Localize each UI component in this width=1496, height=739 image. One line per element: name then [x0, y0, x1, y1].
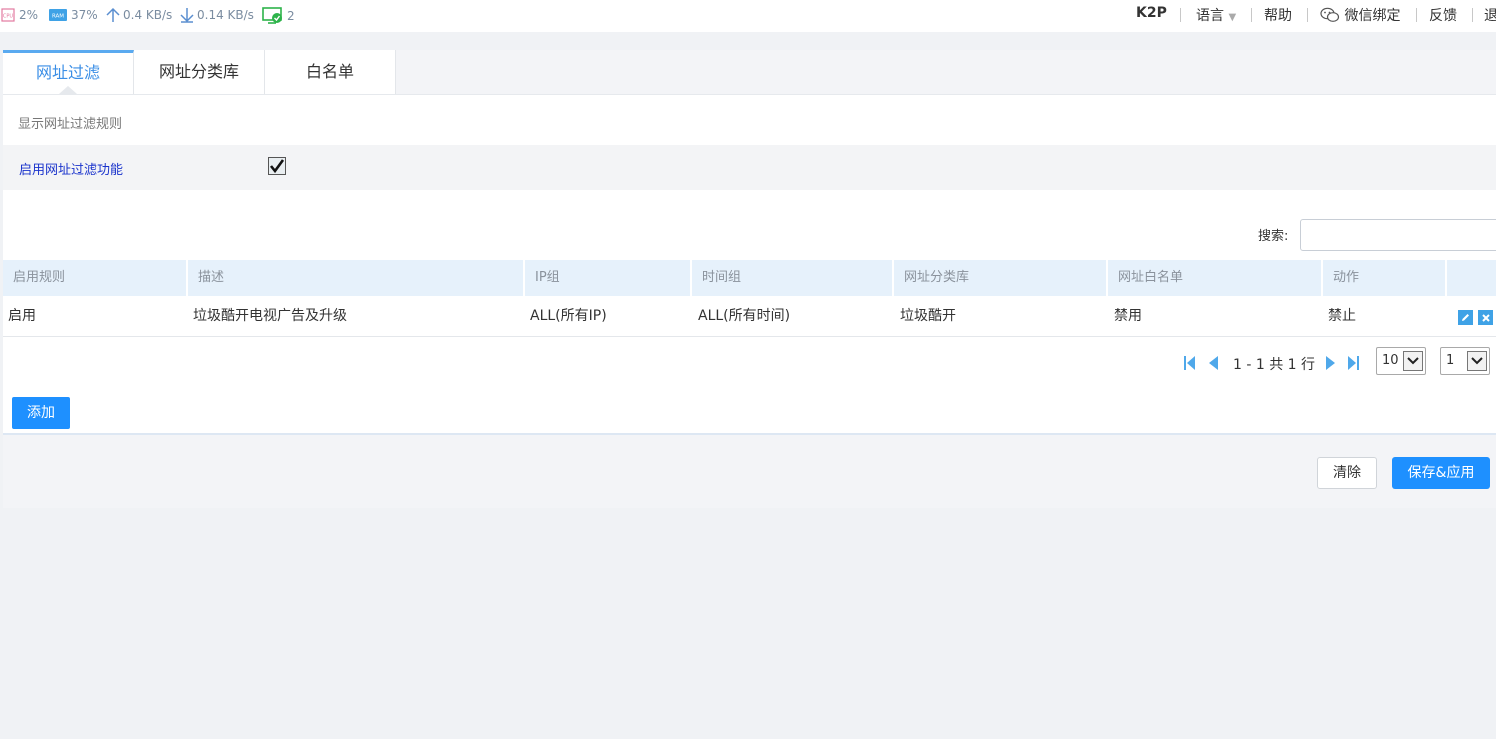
cell-action: 禁止: [1328, 308, 1356, 324]
cell-time-group: ALL(所有时间): [698, 308, 791, 324]
next-page-icon: [1326, 356, 1335, 370]
page-number-select[interactable]: 1: [1440, 347, 1490, 375]
top-bar: CPU 2% RAM 37% 0.4 KB/s 0.14 KB/s 2 K2P: [0, 0, 1496, 32]
prev-page-button[interactable]: [1206, 355, 1220, 375]
prev-page-icon: [1209, 356, 1218, 370]
divider: [1472, 8, 1473, 22]
column-header: 网址白名单: [1108, 260, 1323, 296]
divider: [1416, 8, 1417, 22]
download-status: 0.14 KB/s: [180, 7, 254, 23]
ram-status: RAM 37%: [48, 7, 98, 23]
clear-button[interactable]: 清除: [1317, 457, 1377, 489]
page-number-value: 1: [1446, 353, 1455, 368]
wechat-icon: [1320, 7, 1340, 22]
divider: [1307, 8, 1308, 22]
feedback-link[interactable]: 反馈: [1429, 5, 1457, 25]
upload-status: 0.4 KB/s: [106, 7, 172, 23]
divider: [1180, 8, 1181, 22]
upload-speed: 0.4 KB/s: [123, 8, 173, 22]
upload-arrow-icon: [106, 7, 120, 22]
download-arrow-icon: [180, 8, 194, 23]
cell-enabled: 启用: [8, 308, 36, 324]
tab-url-category[interactable]: 网址分类库: [134, 50, 265, 94]
divider: [1251, 8, 1252, 22]
language-label: 语言: [1196, 8, 1224, 24]
cpu-status: CPU 2%: [0, 7, 38, 23]
page-info: 1 - 1 共 1 行: [1233, 357, 1316, 373]
section-title: 显示网址过滤规则: [18, 117, 123, 132]
wechat-bind-link[interactable]: 微信绑定: [1320, 5, 1400, 25]
enable-filter-label: 启用网址过滤功能: [19, 163, 124, 178]
ram-value: 37%: [71, 8, 98, 22]
pencil-icon: [1462, 314, 1469, 321]
save-apply-button[interactable]: 保存&应用: [1392, 457, 1490, 489]
ram-icon: RAM: [49, 9, 67, 21]
clients-count: 2: [287, 9, 295, 23]
column-header: 动作: [1323, 260, 1447, 296]
cpu-icon: CPU: [1, 8, 15, 22]
page-size-select[interactable]: 10: [1376, 347, 1426, 375]
model-name: K2P: [1136, 5, 1167, 21]
cell-ip-group: ALL(所有IP): [530, 308, 607, 324]
column-header: 时间组: [692, 260, 894, 296]
checkmark-icon: [269, 159, 285, 174]
search-input[interactable]: [1300, 219, 1496, 251]
tab-whitelist[interactable]: 白名单: [265, 50, 396, 94]
column-header: IP组: [525, 260, 692, 296]
cell-description: 垃圾酷开电视广告及升级: [193, 308, 347, 324]
enable-row: 启用网址过滤功能: [3, 145, 1496, 190]
cpu-value: 2%: [19, 8, 39, 22]
delete-button[interactable]: [1478, 310, 1493, 325]
last-page-button[interactable]: [1346, 355, 1360, 375]
language-menu[interactable]: 语言 ▼: [1196, 5, 1236, 25]
help-link[interactable]: 帮助: [1264, 5, 1292, 25]
cell-whitelist: 禁用: [1114, 308, 1142, 324]
table-header: 启用规则 描述 IP组 时间组 网址分类库 网址白名单 动作: [3, 260, 1496, 296]
table-row: 启用 垃圾酷开电视广告及升级 ALL(所有IP) ALL(所有时间) 垃圾酷开 …: [3, 296, 1496, 337]
column-header: 描述: [188, 260, 525, 296]
edit-button[interactable]: [1458, 310, 1473, 325]
last-page-icon: [1348, 356, 1359, 370]
tab-url-filter[interactable]: 网址过滤: [3, 50, 134, 94]
column-header: [1447, 260, 1496, 296]
add-button[interactable]: 添加: [12, 397, 70, 429]
first-page-icon: [1184, 356, 1195, 370]
download-speed: 0.14 KB/s: [197, 8, 254, 22]
chevron-down-icon: [1467, 351, 1487, 371]
clients-status[interactable]: 2: [262, 7, 295, 25]
filter-content: 显示网址过滤规则 启用网址过滤功能 搜索: 启用规则 描述 IP组 时间组 网址…: [3, 94, 1496, 435]
monitor-check-icon: [262, 7, 282, 24]
caret-down-icon: ▼: [1228, 12, 1237, 23]
chevron-down-icon: [1403, 351, 1423, 371]
page-size-value: 10: [1382, 353, 1399, 368]
svg-text:CPU: CPU: [3, 14, 14, 20]
next-page-button[interactable]: [1324, 355, 1338, 375]
first-page-button[interactable]: [1183, 355, 1197, 375]
wechat-bind-label: 微信绑定: [1344, 8, 1401, 24]
column-header: 网址分类库: [894, 260, 1108, 296]
enable-filter-checkbox[interactable]: [268, 157, 286, 175]
column-header: 启用规则: [3, 260, 188, 296]
svg-text:RAM: RAM: [52, 14, 64, 20]
search-label: 搜索:: [1258, 229, 1289, 244]
cell-category: 垃圾酷开: [900, 308, 956, 324]
main-panel: 网址过滤 网址分类库 白名单 显示网址过滤规则 启用网址过滤功能 搜索: 启用规…: [3, 50, 1496, 508]
logout-link[interactable]: 退: [1484, 5, 1496, 25]
close-icon: [1481, 313, 1490, 322]
